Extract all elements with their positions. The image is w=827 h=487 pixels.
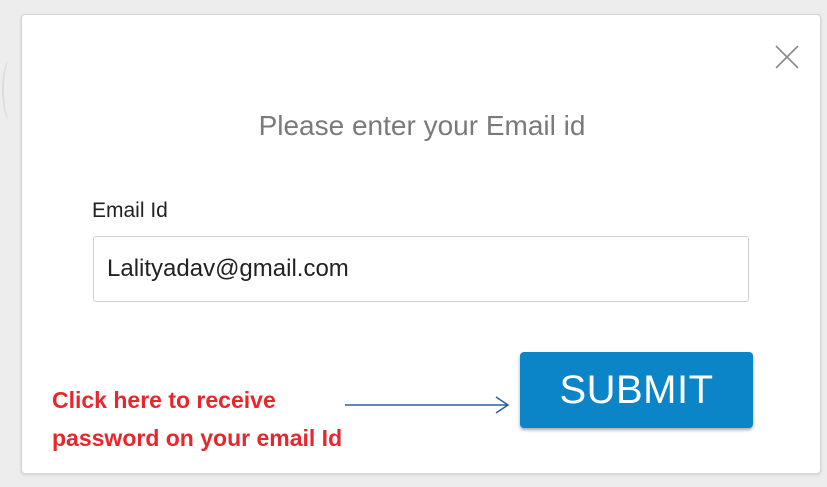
password-reset-dialog: Please enter your Email id Email Id Clic… <box>21 14 821 474</box>
backdrop-edge <box>2 60 18 120</box>
submit-button[interactable]: SUBMIT <box>520 352 753 428</box>
